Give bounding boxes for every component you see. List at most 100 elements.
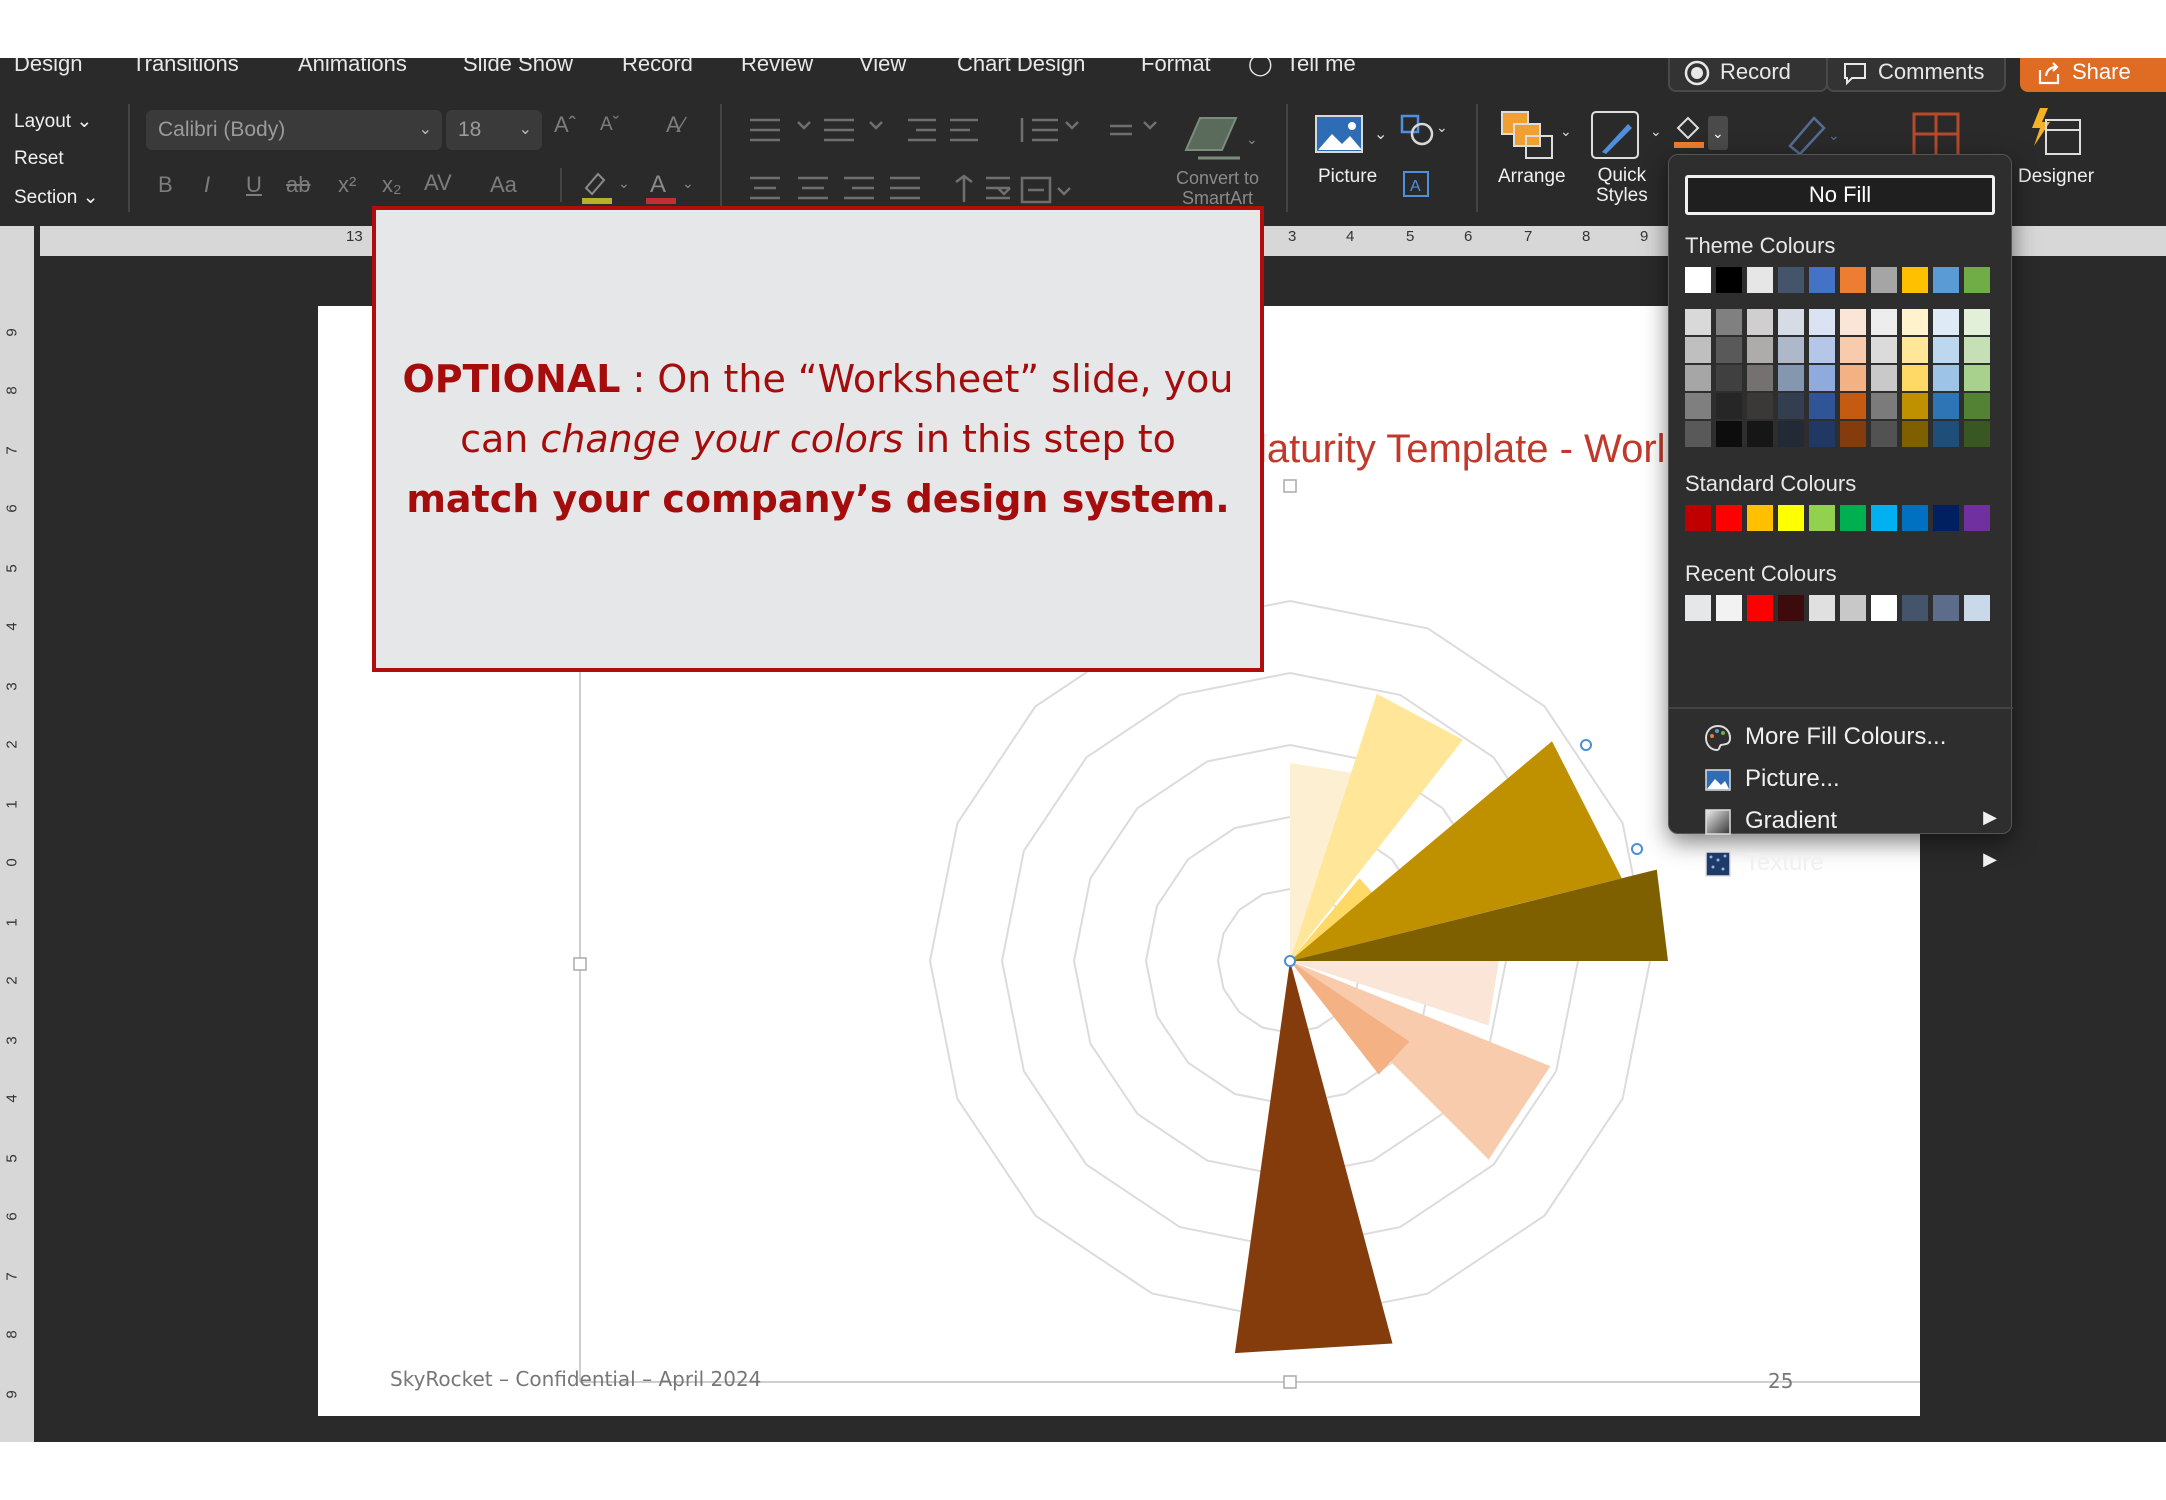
convert-smartart-button[interactable]: Convert to SmartArt: [1176, 168, 1259, 208]
standard-colour-swatch[interactable]: [1809, 505, 1835, 531]
designer-icon[interactable]: [2026, 106, 2086, 160]
smartart-icon[interactable]: ⌄: [1180, 110, 1260, 166]
theme-colour-swatch[interactable]: [1933, 267, 1959, 293]
theme-shade-swatch[interactable]: [1871, 393, 1897, 419]
quick-styles-button[interactable]: Quick Styles: [1596, 166, 1648, 206]
theme-shade-swatch[interactable]: [1778, 421, 1804, 447]
section-button[interactable]: Section ⌄: [14, 186, 99, 209]
theme-colour-swatch[interactable]: [1809, 267, 1835, 293]
tell-me-search[interactable]: Tell me: [1286, 58, 1356, 96]
shape-effects-icon[interactable]: ⌄: [1784, 110, 1844, 158]
standard-colour-swatch[interactable]: [1964, 505, 1990, 531]
picture-fill-item[interactable]: Picture...: [1703, 759, 2003, 799]
text-box-icon[interactable]: A: [1402, 170, 1430, 198]
theme-shade-swatch[interactable]: [1778, 337, 1804, 363]
theme-shade-swatch[interactable]: [1747, 393, 1773, 419]
shrink-font-icon[interactable]: Aˇ: [600, 114, 619, 136]
theme-shade-swatch[interactable]: [1964, 309, 1990, 335]
theme-shade-swatch[interactable]: [1747, 309, 1773, 335]
theme-shade-swatch[interactable]: [1871, 365, 1897, 391]
tab-transitions[interactable]: Transitions: [132, 58, 239, 96]
theme-colour-swatch[interactable]: [1747, 267, 1773, 293]
shape-fill-button[interactable]: ⌄: [1672, 112, 1730, 154]
recent-colour-swatch[interactable]: [1964, 595, 1990, 621]
character-spacing-button[interactable]: AV: [424, 170, 452, 196]
font-size-combo[interactable]: 18 ⌄: [446, 110, 542, 150]
strikethrough-button[interactable]: ab: [286, 172, 310, 198]
quick-styles-icon[interactable]: ⌄: [1588, 108, 1664, 164]
standard-colour-swatch[interactable]: [1933, 505, 1959, 531]
standard-colour-swatch[interactable]: [1778, 505, 1804, 531]
theme-colour-swatch[interactable]: [1685, 267, 1711, 293]
theme-shade-swatch[interactable]: [1685, 421, 1711, 447]
theme-shade-swatch[interactable]: [1840, 421, 1866, 447]
recent-colour-swatch[interactable]: [1809, 595, 1835, 621]
recent-colour-swatch[interactable]: [1747, 595, 1773, 621]
theme-shade-swatch[interactable]: [1840, 393, 1866, 419]
theme-shade-swatch[interactable]: [1716, 309, 1742, 335]
theme-colour-swatch[interactable]: [1871, 267, 1897, 293]
italic-button[interactable]: I: [204, 172, 210, 198]
bold-button[interactable]: B: [158, 172, 173, 198]
selection-handle[interactable]: [573, 957, 587, 971]
theme-shade-swatch[interactable]: [1933, 309, 1959, 335]
theme-shade-swatch[interactable]: [1871, 337, 1897, 363]
theme-shade-swatch[interactable]: [1747, 421, 1773, 447]
comments-button[interactable]: Comments: [1826, 58, 2006, 92]
recent-colour-swatch[interactable]: [1871, 595, 1897, 621]
selection-handle[interactable]: [1283, 479, 1297, 493]
paragraph-group-icons[interactable]: [740, 110, 1180, 210]
tab-animations[interactable]: Animations: [298, 58, 407, 96]
no-fill-button[interactable]: No Fill: [1685, 175, 1995, 215]
theme-shade-swatch[interactable]: [1840, 309, 1866, 335]
recent-colour-swatch[interactable]: [1902, 595, 1928, 621]
standard-colour-swatch[interactable]: [1902, 505, 1928, 531]
layout-button[interactable]: Layout ⌄: [4, 110, 92, 133]
theme-shade-swatch[interactable]: [1933, 393, 1959, 419]
theme-shade-swatch[interactable]: [1778, 393, 1804, 419]
recent-colour-swatch[interactable]: [1840, 595, 1866, 621]
theme-shade-swatch[interactable]: [1809, 309, 1835, 335]
tab-chart-design[interactable]: Chart Design: [957, 58, 1085, 96]
share-button[interactable]: Share: [2020, 58, 2166, 92]
gradient-fill-item[interactable]: Gradient ▶: [1703, 801, 2003, 841]
standard-colour-swatch[interactable]: [1871, 505, 1897, 531]
theme-shade-swatch[interactable]: [1933, 365, 1959, 391]
wedge-vertex-handle[interactable]: [1631, 843, 1643, 855]
tab-review[interactable]: Review: [741, 58, 813, 96]
theme-shade-swatch[interactable]: [1964, 365, 1990, 391]
change-case-button[interactable]: Aa: [490, 172, 517, 198]
theme-shade-swatch[interactable]: [1902, 421, 1928, 447]
theme-shade-swatch[interactable]: [1964, 337, 1990, 363]
recent-colour-swatch[interactable]: [1778, 595, 1804, 621]
theme-shade-swatch[interactable]: [1685, 309, 1711, 335]
theme-colour-swatch[interactable]: [1778, 267, 1804, 293]
standard-colour-swatch[interactable]: [1747, 505, 1773, 531]
theme-shade-swatch[interactable]: [1902, 309, 1928, 335]
tab-format[interactable]: Format: [1141, 58, 1211, 96]
theme-shade-swatch[interactable]: [1685, 393, 1711, 419]
selection-handle[interactable]: [1283, 1375, 1297, 1389]
theme-shade-swatch[interactable]: [1809, 365, 1835, 391]
font-name-combo[interactable]: Calibri (Body) ⌄: [146, 110, 442, 150]
wedge-vertex-handle[interactable]: [1284, 955, 1296, 967]
theme-shade-swatch[interactable]: [1871, 421, 1897, 447]
theme-shade-swatch[interactable]: [1933, 421, 1959, 447]
tab-slide-show[interactable]: Slide Show: [463, 58, 573, 96]
font-color-icon[interactable]: A ⌄: [644, 166, 694, 206]
recent-colour-swatch[interactable]: [1685, 595, 1711, 621]
reset-button[interactable]: Reset: [14, 148, 64, 170]
theme-shade-swatch[interactable]: [1902, 393, 1928, 419]
theme-shade-swatch[interactable]: [1809, 393, 1835, 419]
theme-shade-swatch[interactable]: [1778, 309, 1804, 335]
theme-shade-swatch[interactable]: [1778, 365, 1804, 391]
theme-shade-swatch[interactable]: [1809, 337, 1835, 363]
theme-colour-swatch[interactable]: [1964, 267, 1990, 293]
clear-format-icon[interactable]: A∕: [666, 112, 684, 138]
shapes-icon[interactable]: ⌄: [1400, 114, 1448, 150]
theme-colour-swatch[interactable]: [1840, 267, 1866, 293]
theme-shade-swatch[interactable]: [1716, 393, 1742, 419]
subscript-button[interactable]: x₂: [382, 172, 402, 198]
theme-shade-swatch[interactable]: [1716, 337, 1742, 363]
theme-shade-swatch[interactable]: [1964, 421, 1990, 447]
